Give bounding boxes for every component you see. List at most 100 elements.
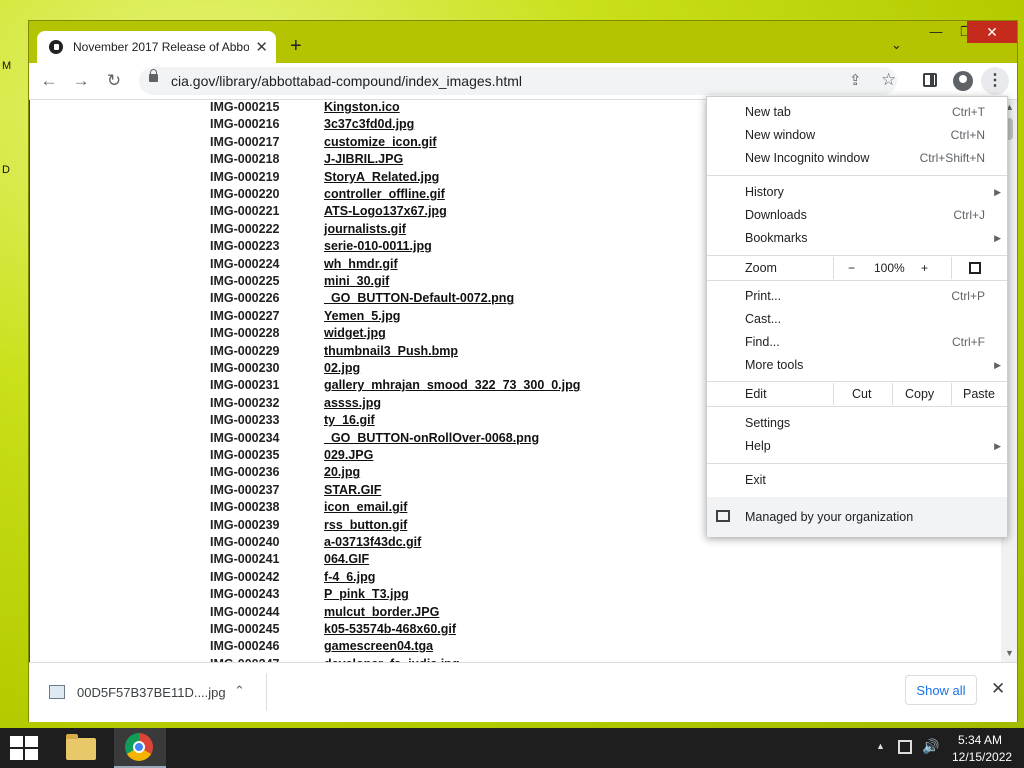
image-file-link[interactable]: mini_30.gif (324, 274, 389, 288)
menu-item-exit[interactable]: Exit (707, 469, 1007, 491)
image-file-link[interactable]: customize_icon.gif (324, 135, 437, 149)
download-file-name[interactable]: 00D5F57B37BE11D....jpg (77, 685, 226, 700)
menu-item-more-tools[interactable]: More tools ▶ (707, 354, 1007, 376)
cia-seal-icon (49, 40, 63, 54)
menu-item-cast[interactable]: Cast... (707, 308, 1007, 330)
forward-button[interactable]: → (69, 70, 93, 92)
image-file-link[interactable]: 3c37c3fd0d.jpg (324, 117, 414, 131)
menu-item-new-tab[interactable]: New tab Ctrl+T (707, 101, 1007, 123)
image-id: IMG-000224 (210, 256, 280, 271)
image-file-link[interactable]: rss_button.gif (324, 518, 407, 532)
copy-button[interactable]: Copy (905, 383, 934, 405)
image-file-link[interactable]: assss.jpg (324, 396, 381, 410)
image-id: IMG-000217 (210, 134, 280, 149)
new-tab-button[interactable]: + (290, 35, 302, 58)
image-file-link[interactable]: ty_16.gif (324, 413, 375, 427)
back-button[interactable]: ← (37, 70, 61, 92)
desktop-icon-fragment: M (2, 60, 12, 72)
image-file-link[interactable]: Yemen_5.jpg (324, 309, 400, 323)
tab-close-icon[interactable]: ✕ (255, 38, 268, 56)
submenu-arrow-icon: ▶ (994, 233, 1001, 243)
side-panel-icon[interactable] (923, 73, 937, 87)
building-icon (716, 510, 730, 522)
image-file-link[interactable]: 20.jpg (324, 465, 360, 479)
menu-separator (707, 175, 1007, 176)
chevron-up-icon[interactable]: ⌃ (234, 683, 245, 699)
minimize-button[interactable]: — (921, 21, 951, 43)
tab-search-icon[interactable]: ⌄ (891, 37, 902, 53)
image-file-link[interactable]: thumbnail3_Push.bmp (324, 344, 458, 358)
windows-logo-icon (25, 736, 38, 747)
image-file-link[interactable]: f-4_6.jpg (324, 570, 375, 584)
lock-icon[interactable] (149, 69, 158, 82)
share-icon[interactable]: ⇪ (849, 71, 862, 89)
image-id: IMG-000230 (210, 361, 280, 375)
reload-button[interactable]: ↻ (102, 70, 126, 92)
close-download-shelf-icon[interactable]: ✕ (991, 679, 1005, 699)
network-icon[interactable] (898, 740, 912, 754)
image-id: IMG-000242 (210, 569, 280, 584)
image-file-link[interactable]: gamescreen04.tga (324, 639, 433, 653)
chrome-menu-button[interactable]: ⋮ (981, 67, 1009, 95)
menu-separator (707, 280, 1007, 281)
zoom-in-button[interactable]: + (921, 257, 928, 279)
image-file-link[interactable]: 02.jpg (324, 361, 360, 375)
volume-icon[interactable]: 🔊 (922, 738, 939, 755)
image-file-link[interactable]: 064.GIF (324, 552, 369, 566)
menu-item-print[interactable]: Print... Ctrl+P (707, 285, 1007, 307)
submenu-arrow-icon: ▶ (994, 441, 1001, 451)
menu-item-new-incognito[interactable]: New Incognito window Ctrl+Shift+N (707, 147, 1007, 169)
image-id: IMG-000235 (210, 448, 280, 462)
menu-item-history[interactable]: History ▶ (707, 181, 1007, 203)
menu-item-find[interactable]: Find... Ctrl+F (707, 331, 1007, 353)
image-file-link[interactable]: ATS-Logo137x67.jpg (324, 204, 447, 218)
divider (951, 257, 952, 279)
zoom-out-button[interactable]: − (848, 257, 855, 279)
zoom-level: 100% (874, 261, 905, 275)
menu-item-bookmarks[interactable]: Bookmarks ▶ (707, 227, 1007, 249)
image-file-link[interactable]: J-JIBRIL.JPG (324, 152, 403, 166)
browser-tab[interactable]: November 2017 Release of Abbottabad ✕ (37, 31, 276, 63)
menu-item-settings[interactable]: Settings (707, 412, 1007, 434)
image-file-link[interactable]: Kingston.ico (324, 100, 400, 114)
image-file-link[interactable]: 029.JPG (324, 448, 373, 462)
image-file-link[interactable]: a-03713f43dc.gif (324, 535, 421, 549)
url-text[interactable]: cia.gov/library/abbottabad-compound/inde… (171, 73, 522, 89)
image-file-link[interactable]: wh_hmdr.gif (324, 257, 398, 271)
image-file-link[interactable]: StoryA_Related.jpg (324, 170, 439, 184)
clock-time[interactable]: 5:34 AM (958, 733, 1002, 747)
image-file-link[interactable]: widget.jpg (324, 326, 386, 340)
image-file-link[interactable]: _GO_BUTTON-Default-0072.png (324, 291, 514, 305)
image-file-link[interactable]: journalists.gif (324, 222, 406, 236)
menu-separator (707, 381, 1007, 382)
menu-item-managed[interactable]: Managed by your organization (707, 497, 1007, 537)
image-file-icon (49, 685, 65, 699)
image-file-link[interactable]: _GO_BUTTON-onRollOver-0068.png (324, 431, 539, 445)
close-window-button[interactable]: ✕ (967, 21, 1017, 43)
file-explorer-button[interactable] (58, 730, 104, 766)
image-file-link[interactable]: mulcut_border.JPG (324, 605, 439, 619)
cut-button[interactable]: Cut (852, 383, 871, 405)
chrome-taskbar-button[interactable] (114, 728, 166, 768)
image-file-link[interactable]: serie-010-0011.jpg (324, 239, 432, 253)
profile-avatar-icon[interactable] (953, 71, 973, 91)
bookmark-star-icon[interactable]: ☆ (881, 70, 896, 90)
image-file-link[interactable]: icon_email.gif (324, 500, 407, 514)
address-bar[interactable]: cia.gov/library/abbottabad-compound/inde… (139, 67, 897, 95)
start-button[interactable] (10, 736, 38, 760)
clock-date[interactable]: 12/15/2022 (952, 750, 1012, 764)
fullscreen-icon[interactable] (969, 262, 981, 274)
show-hidden-icons-icon[interactable]: ▲ (876, 741, 885, 751)
image-file-link[interactable]: gallery_mhrajan_smood_322_73_300_0.jpg (324, 378, 580, 392)
menu-item-new-window[interactable]: New window Ctrl+N (707, 124, 1007, 146)
image-file-link[interactable]: controller_offline.gif (324, 187, 445, 201)
image-file-link[interactable]: P_pink_T3.jpg (324, 587, 409, 601)
image-file-link[interactable]: STAR.GIF (324, 483, 381, 497)
paste-button[interactable]: Paste (963, 383, 995, 405)
show-all-button[interactable]: Show all (905, 675, 977, 705)
menu-item-help[interactable]: Help ▶ (707, 435, 1007, 457)
image-id: IMG-000228 (210, 326, 280, 341)
image-file-link[interactable]: k05-53574b-468x60.gif (324, 622, 456, 636)
menu-item-downloads[interactable]: Downloads Ctrl+J (707, 204, 1007, 226)
scroll-down-icon[interactable]: ▼ (1005, 648, 1014, 658)
